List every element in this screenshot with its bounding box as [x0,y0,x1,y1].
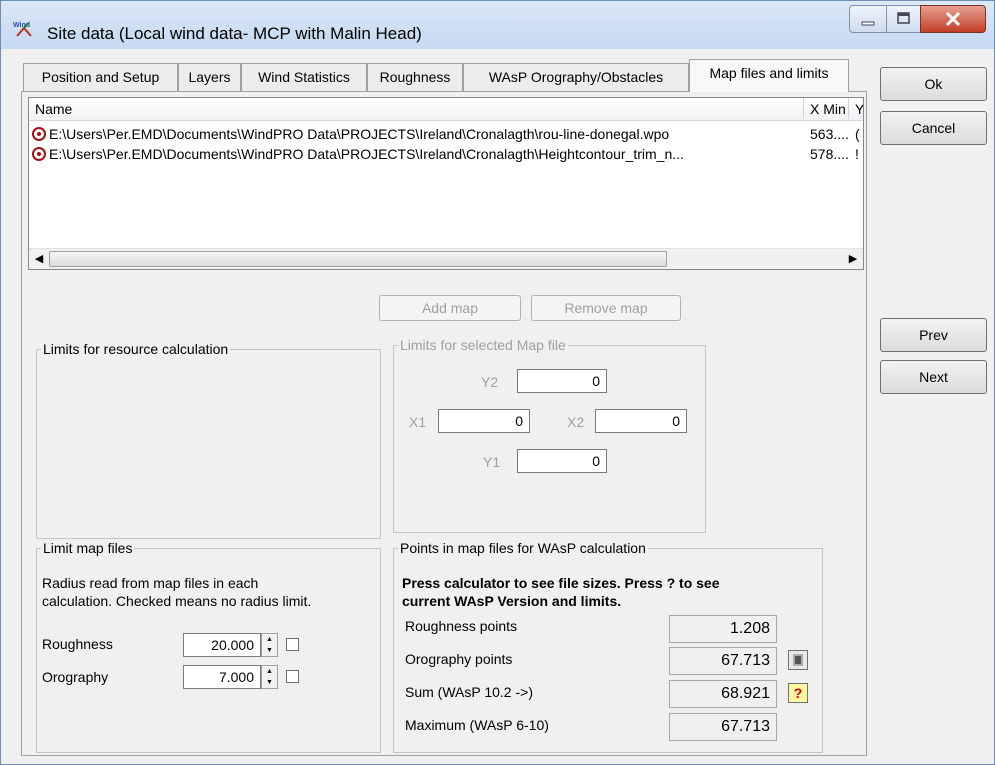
prev-button[interactable]: Prev [880,318,987,352]
maximize-icon [897,12,910,24]
file-xmin: 578.... [810,146,849,162]
orography-no-limit-checkbox[interactable] [286,670,299,683]
map-file-icon [32,127,46,141]
limit-description-line1: Radius read from map files in each [42,575,259,591]
y2-label: Y2 [481,374,499,390]
x2-label: X2 [567,414,585,430]
file-name: E:\Users\Per.EMD\Documents\WindPRO Data\… [49,126,670,142]
column-header-name[interactable]: Name [29,98,804,119]
file-xmin: 563.... [810,126,849,142]
scroll-right-arrow-icon[interactable]: ▶ [843,249,863,269]
spin-down-icon[interactable]: ▼ [262,677,277,688]
add-map-button[interactable]: Add map [379,295,521,321]
orography-points-label: Orography points [405,651,513,667]
tab-map-files-and-limits[interactable]: Map files and limits [689,59,849,92]
cancel-button[interactable]: Cancel [880,111,987,145]
x2-field[interactable]: 0 [595,409,687,433]
tab-wasp-orography-obstacles[interactable]: WAsP Orography/Obstacles [463,63,689,91]
tab-roughness[interactable]: Roughness [367,63,463,91]
orography-radius-spinner[interactable]: ▲ ▼ [261,665,278,689]
minimize-icon [861,21,875,26]
points-title: Points in map files for WAsP calculation [398,540,648,556]
minimize-button[interactable] [849,5,887,33]
max-points-value: 67.713 [669,713,777,741]
map-files-list[interactable]: Name X Min Y E:\Users\Per.EMD\Documents\… [28,97,864,270]
points-note-line2: current WAsP Version and limits. [402,593,622,609]
wasp-version-help-icon[interactable]: ? [788,683,808,703]
ok-label: Ok [924,76,943,92]
sum-points-value: 68.921 [669,680,777,708]
spin-down-icon[interactable]: ▼ [262,645,277,656]
file-y: ! [855,146,859,162]
tab-position-and-setup[interactable]: Position and Setup [23,63,178,91]
limit-map-files-title: Limit map files [41,540,135,556]
close-icon [945,11,961,27]
close-button[interactable] [920,5,986,33]
roughness-points-value: 1.208 [669,615,777,643]
cancel-label: Cancel [911,120,956,136]
remove-map-button[interactable]: Remove map [531,295,681,321]
y1-field[interactable]: 0 [517,449,607,473]
points-note-line1: Press calculator to see file sizes. Pres… [402,575,720,591]
roughness-radius-spinner[interactable]: ▲ ▼ [261,633,278,657]
site-data-window: Wind Site data (Local wind data- MCP wit… [0,0,995,765]
max-points-label: Maximum (WAsP 6-10) [405,717,549,733]
map-file-icon [32,147,46,161]
maximize-button[interactable] [886,5,921,33]
tab-wind-statistics[interactable]: Wind Statistics [241,63,367,91]
orography-points-value: 67.713 [669,647,777,675]
x1-label: X1 [409,414,427,430]
column-header-y[interactable]: Y [849,98,863,119]
roughness-radius-label: Roughness [42,636,113,652]
roughness-no-limit-checkbox[interactable] [286,638,299,651]
windpro-app-icon: Wind [13,22,32,37]
limits-selected-title: Limits for selected Map file [398,337,568,353]
sum-points-label: Sum (WAsP 10.2 ->) [405,684,533,700]
list-item[interactable]: E:\Users\Per.EMD\Documents\WindPRO Data\… [29,124,863,144]
list-item[interactable]: E:\Users\Per.EMD\Documents\WindPRO Data\… [29,144,863,164]
next-button[interactable]: Next [880,360,987,394]
roughness-radius-input[interactable]: 20.000 [183,633,261,657]
spin-up-icon[interactable]: ▲ [262,666,277,677]
limits-resource-title: Limits for resource calculation [41,341,231,357]
file-name: E:\Users\Per.EMD\Documents\WindPRO Data\… [49,146,684,162]
roughness-points-label: Roughness points [405,618,518,634]
limit-description-line2: calculation. Checked means no radius lim… [42,593,312,609]
scroll-left-arrow-icon[interactable]: ◀ [29,249,49,269]
horizontal-scrollbar[interactable]: ◀ ▶ [29,248,863,269]
scrollbar-thumb[interactable] [49,251,667,267]
spin-up-icon[interactable]: ▲ [262,634,277,645]
orography-radius-input[interactable]: 7.000 [183,665,261,689]
column-header-xmin[interactable]: X Min [804,98,849,119]
calculator-icon[interactable] [788,650,808,670]
tab-layers[interactable]: Layers [178,63,241,91]
file-y: ( [855,126,860,142]
list-header: Name X Min Y [29,98,863,121]
y1-label: Y1 [483,454,501,470]
title-bar[interactable]: Wind Site data (Local wind data- MCP wit… [1,1,994,49]
limits-resource-group: Limits for resource calculation [36,341,381,539]
y2-field[interactable]: 0 [517,369,607,393]
window-title: Site data (Local wind data- MCP with Mal… [47,24,422,43]
ok-button[interactable]: Ok [880,67,987,101]
orography-radius-label: Orography [42,669,109,685]
x1-field[interactable]: 0 [438,409,530,433]
